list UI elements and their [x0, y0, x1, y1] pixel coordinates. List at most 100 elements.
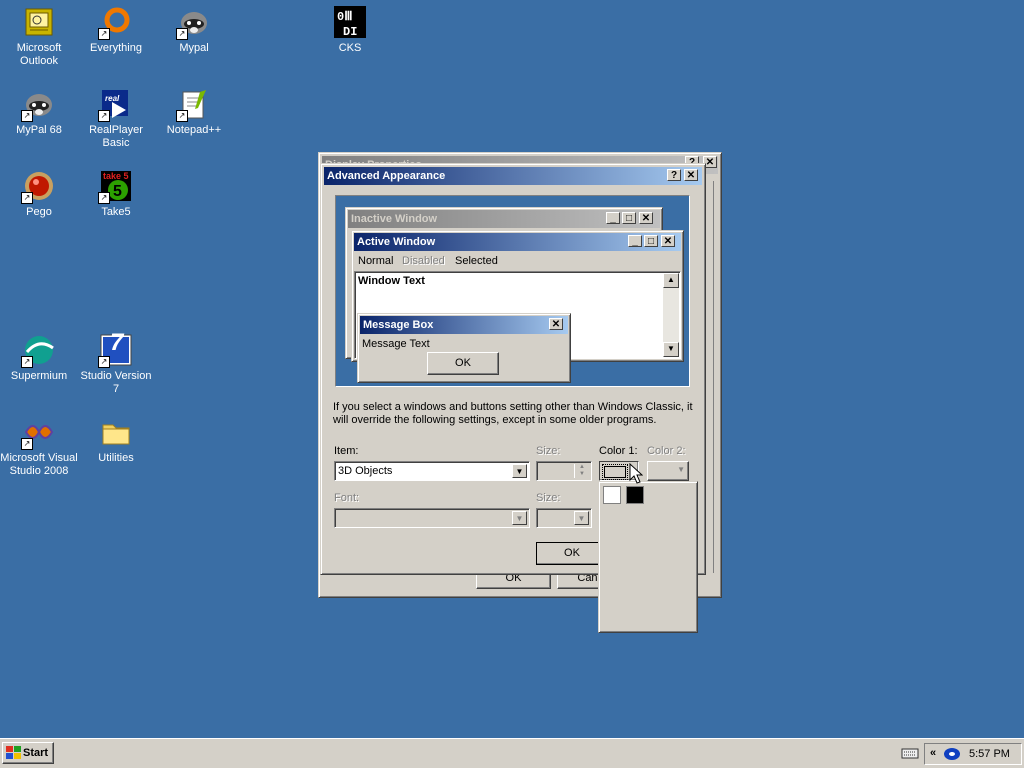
desktop-icon-vs2008[interactable]: ↗ Microsoft Visual Studio 2008 [0, 414, 78, 478]
svg-text:DI: DI [343, 25, 357, 38]
network-icon[interactable] [943, 747, 961, 764]
system-tray: « 5:57 PM [924, 743, 1022, 765]
maximize-icon: □ [644, 235, 658, 247]
preview-msgbox-ok: OK [427, 352, 499, 375]
scroll-up-icon: ▲ [663, 273, 679, 288]
desktop-icon-label: Utilities [98, 452, 134, 464]
desktop-icon-label: Microsoft Visual Studio 2008 [0, 452, 78, 477]
spinner-arrows-icon: ▲ ▼ [574, 464, 589, 478]
desktop-icon-cks[interactable]: 0Ⅲ DI CKS [311, 4, 389, 55]
preview-msgbox-text: Message Text [362, 338, 430, 350]
outlook-icon [23, 6, 55, 38]
close-icon: ✕ [661, 235, 675, 247]
color-swatch-black[interactable] [626, 486, 644, 504]
desktop-icon-label: Pego [26, 206, 52, 218]
minimize-icon: _ [628, 235, 642, 247]
desktop-icon-utilities[interactable]: Utilities [77, 414, 155, 465]
item-label: Item: [334, 445, 359, 457]
font-label: Font: [334, 492, 360, 504]
preview-menu-normal: Normal [358, 255, 394, 267]
desktop-icon-notepadpp[interactable]: ↗ Notepad++ [155, 86, 233, 137]
windows-logo-icon [6, 746, 21, 767]
close-icon: ✕ [549, 318, 563, 330]
desktop-icon-supermium[interactable]: ↗ Supermium [0, 332, 78, 383]
pego-icon: ↗ [21, 170, 55, 204]
desktop-icon-pego[interactable]: ↗ Pego [0, 168, 78, 219]
preview-message-box: Message Box ✕ Message Text OK [357, 313, 571, 383]
mouse-cursor-icon [629, 462, 644, 488]
shortcut-arrow-icon: ↗ [176, 110, 188, 122]
info-text: If you select a windows and buttons sett… [333, 401, 693, 426]
desktop-icon-take5[interactable]: 5 take 5 ↗ Take5 [77, 168, 155, 219]
help-button[interactable]: ? [667, 169, 681, 181]
shortcut-arrow-icon: ↗ [21, 438, 33, 450]
mypal68-icon: ↗ [21, 88, 55, 122]
preview-msgbox-title: Message Box [363, 319, 434, 331]
folder-icon [100, 416, 132, 448]
minimize-icon: _ [606, 212, 620, 224]
keyboard-icon[interactable] [901, 746, 919, 763]
vs2008-icon: ↗ [21, 416, 55, 450]
desktop-icon-label: Take5 [101, 206, 131, 218]
preview-scrollbar: ▲ ▼ [663, 273, 679, 357]
take5-badge: take 5 [103, 171, 129, 181]
size-spinner: ▲ ▼ [536, 461, 592, 481]
desktop-icon-outlook[interactable]: Microsoft Outlook [0, 4, 78, 68]
svg-text:5: 5 [113, 183, 122, 200]
desktop-icon-label: MyPal 68 [16, 124, 62, 136]
desktop-icon-studio7[interactable]: 7 ↗ Studio Version 7 [77, 329, 155, 396]
desktop-icon-label: Studio Version 7 [80, 370, 152, 395]
chevron-down-icon: ▼ [574, 511, 589, 525]
scroll-down-icon: ▼ [663, 342, 679, 357]
shortcut-arrow-icon: ↗ [98, 192, 110, 204]
clock[interactable]: 5:57 PM [969, 748, 1010, 760]
font-size-label: Size: [536, 492, 561, 504]
shortcut-arrow-icon: ↗ [98, 356, 110, 368]
chevron-down-icon[interactable]: ▼ [512, 464, 527, 478]
dialog-title: Advanced Appearance [327, 170, 446, 182]
studio7-badge: 7 [110, 329, 124, 356]
shortcut-arrow-icon: ↗ [98, 110, 110, 122]
notepadpp-icon: ↗ [176, 88, 210, 122]
start-button[interactable]: Start [2, 742, 54, 764]
desktop-icon-label: Microsoft Outlook [16, 42, 62, 67]
shortcut-arrow-icon: ↗ [21, 192, 33, 204]
item-select[interactable]: 3D Objects ▼ [334, 461, 530, 481]
mypal-icon: ↗ [176, 6, 210, 40]
color2-button: ▼ [647, 461, 689, 481]
desktop-icon-realplayer[interactable]: real ↗ RealPlayer Basic [77, 86, 155, 150]
realplayer-badge: real [105, 94, 120, 103]
color-swatch-white[interactable] [603, 486, 621, 504]
preview-inactive-title: Inactive Window [351, 213, 438, 225]
color1-swatch [602, 464, 628, 480]
studio7-icon: 7 ↗ [98, 329, 132, 368]
shortcut-arrow-icon: ↗ [176, 28, 188, 40]
everything-icon: ↗ [98, 6, 132, 40]
preview-menu-disabled: Disabled [402, 255, 445, 267]
color1-label: Color 1: [599, 445, 638, 457]
desktop-icon-label: Mypal [179, 42, 209, 54]
color2-label: Color 2: [647, 445, 686, 457]
take5-icon: 5 take 5 ↗ [98, 170, 132, 204]
desktop-icon-mypal68[interactable]: ↗ MyPal 68 [0, 86, 78, 137]
close-button[interactable]: ✕ [684, 169, 698, 181]
preview-menu-selected: Selected [455, 255, 498, 267]
font-select: ▼ [334, 508, 530, 528]
tray-chevron[interactable]: « [930, 747, 936, 759]
realplayer-icon: real ↗ [98, 88, 132, 122]
maximize-icon: □ [622, 212, 636, 224]
preview-active-title: Active Window [357, 236, 436, 248]
chevron-down-icon: ▼ [677, 465, 685, 474]
desktop-icon-mypal[interactable]: ↗ Mypal [155, 4, 233, 55]
appearance-preview[interactable]: Inactive Window _ □ ✕ Active Window _ □ … [335, 195, 690, 387]
shortcut-arrow-icon: ↗ [98, 28, 110, 40]
svg-text:0Ⅲ: 0Ⅲ [337, 10, 352, 24]
chevron-down-icon: ▼ [512, 511, 527, 525]
start-label: Start [23, 747, 49, 759]
desktop-icon-everything[interactable]: ↗ Everything [77, 4, 155, 55]
desktop-icon-label: RealPlayer Basic [89, 124, 143, 149]
desktop-icon-label: CKS [338, 42, 362, 54]
preview-msgbox-titlebar: Message Box [360, 316, 568, 334]
supermium-icon: ↗ [21, 334, 55, 368]
font-size-select: ▼ [536, 508, 592, 528]
